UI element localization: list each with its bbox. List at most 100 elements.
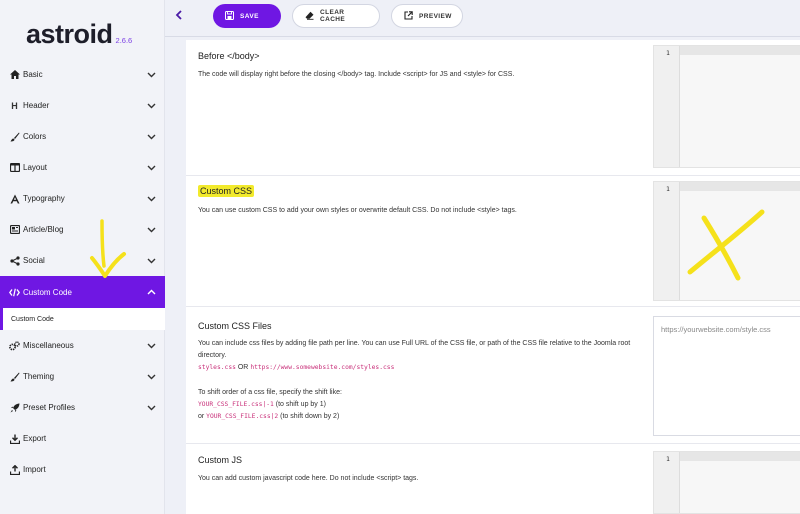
chevron-down-icon: [146, 225, 156, 235]
preview-label: PREVIEW: [419, 12, 452, 20]
sidebar-item-header[interactable]: H Header: [0, 90, 165, 121]
sidebar-item-label: Colors: [23, 132, 47, 141]
sidebar-item-import[interactable]: Import: [0, 454, 165, 485]
cogs-icon: [9, 340, 20, 351]
or-prefix: or: [198, 413, 207, 420]
sidebar-item-label: Custom Code: [23, 287, 72, 297]
shift-up-code: YOUR_CSS_FILE.css|-1: [198, 401, 274, 408]
section-custom-css-files: Custom CSS Files You can include css fil…: [186, 307, 800, 444]
chevron-down-icon: [146, 70, 156, 80]
example-url: https://www.somewebsite.com/styles.css: [250, 364, 395, 371]
sidebar-item-label: Import: [23, 465, 46, 474]
sidebar-item-label: Theming: [23, 372, 55, 381]
sidebar-item-export[interactable]: Export: [0, 423, 165, 454]
editor-gutter: [654, 46, 680, 167]
brush-icon: [9, 131, 20, 142]
sidebar-nav: Basic H Header Colors Layout Typography …: [0, 59, 165, 485]
chevron-down-icon: [146, 372, 156, 382]
sidebar-item-label: Export: [23, 434, 47, 443]
header-icon: H: [11, 100, 18, 111]
shift-down-text: (to shift down by 2): [278, 413, 340, 420]
version-label: 2.6.6: [115, 36, 133, 45]
custom-js-code-editor[interactable]: 1: [653, 451, 800, 514]
sidebar-item-label: Header: [23, 101, 50, 110]
line-number: 1: [666, 455, 670, 463]
sidebar-item-label: Layout: [23, 163, 48, 172]
line-number: 1: [666, 49, 670, 57]
sidebar-item-theming[interactable]: Theming: [0, 361, 165, 392]
eraser-icon: [305, 11, 320, 22]
paint-roller-icon: [9, 371, 20, 382]
sidebar-item-typography[interactable]: Typography: [0, 183, 165, 214]
home-icon: [9, 69, 20, 80]
sidebar-item-label: Basic: [23, 70, 43, 79]
shift-up-example: YOUR_CSS_FILE.css|-1 (to shift up by 1): [198, 399, 638, 411]
section-title: Custom JS: [198, 455, 243, 465]
clear-cache-button[interactable]: CLEAR CACHE: [292, 4, 380, 28]
sidebar-item-label: Preset Profiles: [23, 403, 76, 412]
rocket-icon: [9, 402, 20, 413]
save-label: SAVE: [240, 12, 259, 20]
section-title: Custom CSS Files: [198, 321, 272, 331]
download-icon: [9, 433, 20, 444]
upload-icon: [9, 464, 20, 475]
before-body-code-editor[interactable]: 1: [653, 45, 800, 168]
section-description: The code will display right before the c…: [198, 71, 515, 78]
section-description: You can use custom CSS to add your own s…: [198, 207, 517, 214]
sidebar-item-social[interactable]: Social: [0, 245, 165, 276]
share-icon: [9, 255, 20, 266]
sidebar-item-label: Social: [23, 256, 45, 265]
chevron-down-icon: [146, 403, 156, 413]
section-custom-js: Custom JS You can add custom javascript …: [186, 444, 800, 514]
save-icon: [225, 10, 240, 22]
example-local-path: styles.css: [198, 364, 236, 371]
highlighted-title: Custom CSS: [198, 185, 255, 197]
sidebar-item-label: Typography: [23, 194, 65, 203]
section-custom-css: Custom CSS You can use custom CSS to add…: [186, 176, 800, 307]
main-content: Before </body> The code will display rig…: [186, 40, 800, 514]
sidebar-item-label: Miscellaneous: [23, 341, 74, 350]
chevron-left-icon: [175, 9, 183, 23]
sidebar-subitem-custom-code[interactable]: Custom Code: [0, 308, 165, 330]
clear-cache-label: CLEAR CACHE: [320, 9, 346, 23]
logo-text: astroid: [26, 19, 113, 49]
section-title: Before </body>: [198, 51, 260, 61]
sidebar: astroid 2.6.6 Basic H Header Colors Layo…: [0, 0, 165, 514]
shift-intro-text: To shift order of a css file, specify th…: [198, 389, 342, 396]
chevron-up-icon: [146, 287, 156, 297]
or-text: OR: [235, 364, 251, 371]
layout-icon: [9, 162, 20, 173]
editor-gutter: [654, 182, 680, 300]
sidebar-item-custom-code[interactable]: Custom Code: [0, 276, 165, 308]
shift-down-example: or YOUR_CSS_FILE.css|2 (to shift down by…: [198, 411, 638, 423]
section-description: You can include css files by adding file…: [198, 338, 638, 423]
css-files-textarea[interactable]: https://yourwebsite.com/style.css: [653, 316, 800, 436]
save-button[interactable]: SAVE: [213, 4, 281, 28]
section-description: You can add custom javascript code here.…: [198, 475, 419, 482]
line-number: 1: [666, 185, 670, 193]
toolbar-divider: [165, 36, 800, 37]
chevron-down-icon: [146, 132, 156, 142]
sidebar-item-preset-profiles[interactable]: Preset Profiles: [0, 392, 165, 423]
newspaper-icon: [9, 224, 20, 235]
section-before-body: Before </body> The code will display rig…: [186, 40, 800, 176]
logo: astroid 2.6.6: [26, 14, 132, 48]
custom-css-code-editor[interactable]: 1: [653, 181, 800, 301]
chevron-down-icon: [146, 194, 156, 204]
example-line: styles.css OR https://www.somewebsite.co…: [198, 362, 638, 374]
chevron-down-icon: [146, 163, 156, 173]
collapse-sidebar-button[interactable]: [165, 0, 193, 32]
typography-icon: [9, 193, 20, 204]
preview-button[interactable]: PREVIEW: [391, 4, 463, 28]
sidebar-item-colors[interactable]: Colors: [0, 121, 165, 152]
sidebar-item-label: Article/Blog: [23, 225, 64, 234]
toolbar: SAVE CLEAR CACHE PREVIEW: [165, 0, 800, 32]
sidebar-item-basic[interactable]: Basic: [0, 59, 165, 90]
sidebar-item-layout[interactable]: Layout: [0, 152, 165, 183]
code-icon: [9, 287, 20, 298]
chevron-down-icon: [146, 256, 156, 266]
sidebar-item-miscellaneous[interactable]: Miscellaneous: [0, 330, 165, 361]
chevron-down-icon: [146, 101, 156, 111]
shift-down-code: YOUR_CSS_FILE.css|2: [206, 413, 279, 420]
sidebar-item-article-blog[interactable]: Article/Blog: [0, 214, 165, 245]
